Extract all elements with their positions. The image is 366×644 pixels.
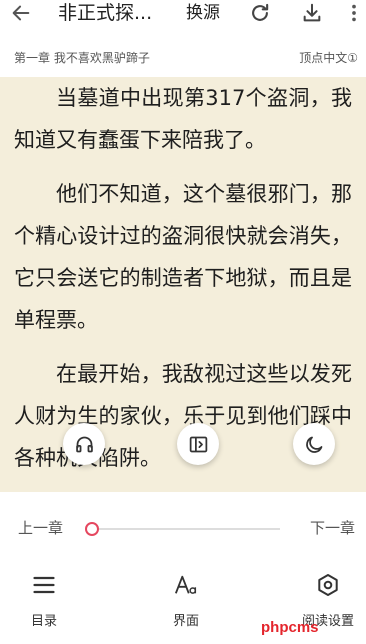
auto-page-icon: [188, 434, 209, 455]
moon-icon: [304, 434, 325, 455]
back-button[interactable]: [9, 1, 33, 25]
seekbar-track[interactable]: [92, 528, 280, 530]
more-vertical-icon: [343, 2, 365, 24]
font-style-icon: [173, 572, 199, 598]
night-mode-button[interactable]: [293, 423, 335, 465]
nav-interface[interactable]: 界面: [150, 572, 222, 632]
menu-icon: [31, 572, 57, 598]
read-aloud-button[interactable]: [63, 423, 105, 465]
change-source-button[interactable]: 换源: [186, 0, 220, 26]
book-title: 非正式探...: [58, 2, 153, 24]
download-icon: [301, 2, 323, 24]
prev-chapter-button[interactable]: 上一章: [18, 516, 63, 540]
top-menu: 非正式探... 换源 第一章 我不喜欢黑驴蹄子 顶点中文①: [0, 0, 366, 77]
refresh-button[interactable]: [248, 1, 272, 25]
back-arrow-icon: [10, 2, 32, 24]
watermark: phpcms: [261, 619, 319, 636]
paragraph: 当墓道中出现第317个盗洞，我知道又有蠢蛋下来陪我了。: [14, 86, 352, 152]
source-name-link[interactable]: 顶点中文①: [299, 46, 358, 70]
next-chapter-button[interactable]: 下一章: [310, 516, 355, 540]
more-button[interactable]: [344, 1, 364, 25]
settings-icon: [315, 572, 341, 598]
auto-page-button[interactable]: [177, 423, 219, 465]
nav-interface-label: 界面: [172, 614, 199, 629]
nav-catalog-label: 目录: [30, 614, 57, 629]
seekbar-thumb[interactable]: [85, 522, 99, 536]
paragraph: 他们不知道，这个墓很邪门，那个精心设计过的盗洞很快就会消失，它只会送它的制造者下…: [14, 182, 352, 332]
download-button[interactable]: [300, 1, 324, 25]
chapter-seekbar[interactable]: [85, 522, 280, 536]
chapter-bar: 第一章 我不喜欢黑驴蹄子 顶点中文①: [0, 46, 366, 70]
chapter-title: 第一章 我不喜欢黑驴蹄子: [14, 51, 150, 65]
headphones-icon: [74, 434, 95, 455]
nav-catalog[interactable]: 目录: [8, 572, 80, 632]
toolbar: 非正式探... 换源: [0, 0, 366, 26]
refresh-icon: [249, 2, 271, 24]
